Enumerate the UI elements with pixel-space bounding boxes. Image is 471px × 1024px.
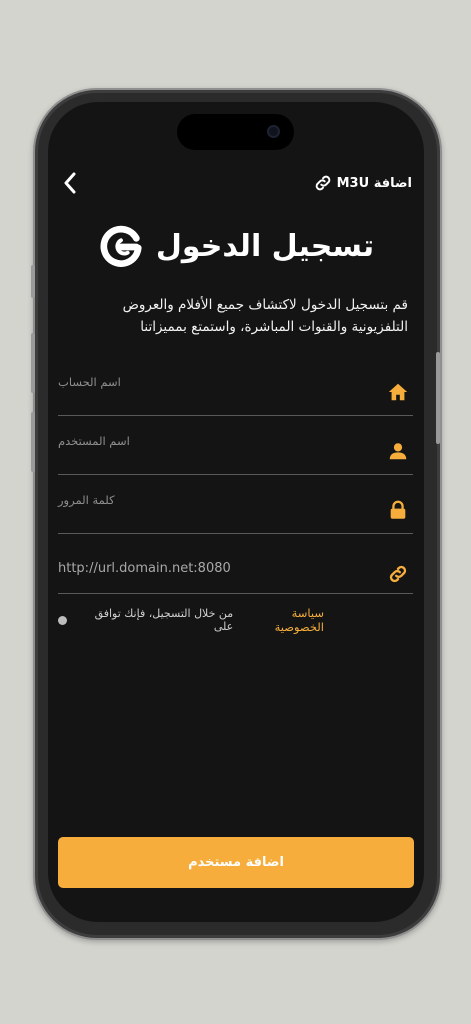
privacy-policy-agreement: من خلال التسجيل، فإنك توافق على سياسة ال… bbox=[58, 606, 324, 634]
add-user-label: اضافة مستخدم bbox=[188, 855, 284, 870]
username-field[interactable]: اسم المستخدم bbox=[58, 418, 413, 475]
url-value: http://url.domain.net:8080 bbox=[58, 561, 231, 576]
logo-header: تسجيل الدخول bbox=[48, 220, 424, 272]
dynamic-island bbox=[177, 114, 294, 150]
account-name-placeholder: اسم الحساب bbox=[58, 375, 121, 389]
home-icon bbox=[388, 383, 408, 401]
page-title: تسجيل الدخول bbox=[155, 228, 375, 264]
password-field[interactable]: كلمة المرور bbox=[58, 477, 413, 534]
volume-down-button bbox=[31, 412, 35, 472]
link-icon bbox=[389, 565, 407, 583]
add-user-button[interactable]: اضافة مستخدم bbox=[58, 837, 414, 888]
camera-icon bbox=[267, 125, 280, 138]
add-m3u-link[interactable]: M3U اضافة bbox=[313, 172, 412, 194]
privacy-policy-link[interactable]: سياسة الخصوصية bbox=[239, 606, 324, 634]
back-button[interactable] bbox=[58, 168, 82, 198]
account-name-field[interactable]: اسم الحساب bbox=[58, 359, 413, 416]
user-icon bbox=[389, 443, 407, 460]
agree-radio[interactable] bbox=[58, 615, 67, 625]
chevron-left-icon bbox=[64, 172, 76, 194]
action-button bbox=[31, 265, 35, 298]
link-icon bbox=[315, 175, 330, 191]
g-logo-icon bbox=[100, 225, 142, 267]
lock-icon bbox=[390, 500, 406, 519]
password-placeholder: كلمة المرور bbox=[58, 493, 115, 507]
url-field[interactable]: http://url.domain.net:8080 bbox=[58, 537, 413, 594]
app-screen: M3U اضافة تسجيل الدخول قم بتسجيل الدخول … bbox=[48, 102, 424, 922]
intro-text: قم بتسجيل الدخول لاكتشاف جميع الأفلام وا… bbox=[122, 297, 408, 335]
power-button bbox=[436, 352, 440, 444]
username-placeholder: اسم المستخدم bbox=[58, 434, 130, 448]
policy-text: من خلال التسجيل، فإنك توافق على bbox=[94, 607, 234, 633]
volume-up-button bbox=[31, 333, 35, 393]
add-m3u-label: M3U اضافة bbox=[336, 175, 412, 191]
